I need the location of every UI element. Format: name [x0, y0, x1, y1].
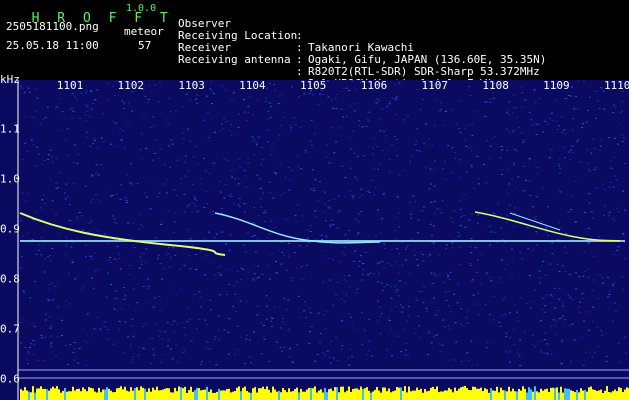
version-label: 1.0.0: [126, 3, 157, 14]
axis-unit: kHz: [0, 73, 20, 86]
x-tick-label: 1106: [360, 79, 388, 92]
x-tick-label: 1108: [482, 79, 509, 92]
x-tick-label: 1110: [603, 79, 629, 92]
y-tick-label: 0.7: [0, 322, 20, 336]
x-tick-label: 1101: [56, 79, 84, 92]
x-tick-label: 1102: [117, 79, 145, 92]
y-tick-label: 1.1: [0, 122, 20, 136]
y-tick-label: 0.8: [0, 272, 20, 286]
x-tick-label: 1107: [421, 79, 449, 92]
y-tick-label: 0.6: [0, 372, 20, 386]
date-time: 25.05.18 11:00: [6, 39, 99, 52]
meteor-count: 57: [138, 39, 152, 52]
info-key: Receiving antenna: [178, 53, 291, 66]
y-tick-label: 1.0: [0, 172, 20, 186]
y-tick-label: 0.9: [0, 222, 20, 236]
x-tick-label: 1104: [239, 79, 266, 92]
spectrogram: [0, 80, 629, 400]
file-name: 2505181100.png: [6, 20, 99, 33]
x-tick-label: 1103: [178, 79, 205, 92]
x-tick-label: 1109: [543, 79, 570, 92]
info-separator: :: [296, 65, 303, 78]
meteor-label: meteor: [124, 25, 164, 38]
x-tick-label: 1105: [299, 79, 327, 92]
